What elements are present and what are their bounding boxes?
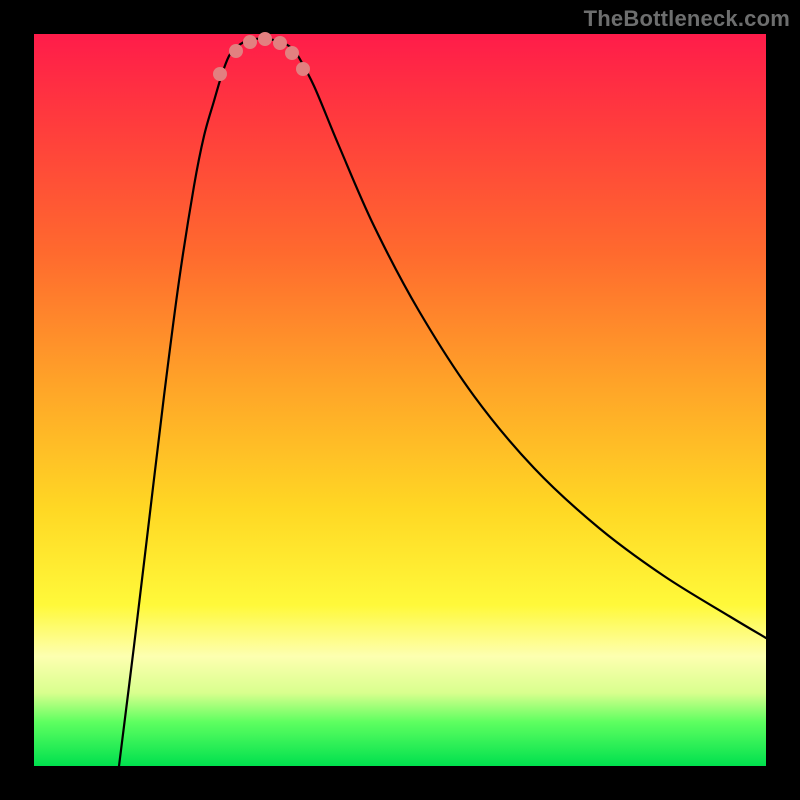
valley-marker <box>285 46 299 60</box>
valley-marker <box>213 67 227 81</box>
watermark-text: TheBottleneck.com <box>584 6 790 32</box>
valley-marker <box>243 35 257 49</box>
valley-marker <box>296 62 310 76</box>
chart-frame: TheBottleneck.com <box>0 0 800 800</box>
curve-path <box>119 39 766 766</box>
valley-marker <box>258 32 272 46</box>
curve-svg <box>34 34 766 766</box>
plot-area <box>34 34 766 766</box>
valley-marker <box>273 36 287 50</box>
valley-marker <box>229 44 243 58</box>
